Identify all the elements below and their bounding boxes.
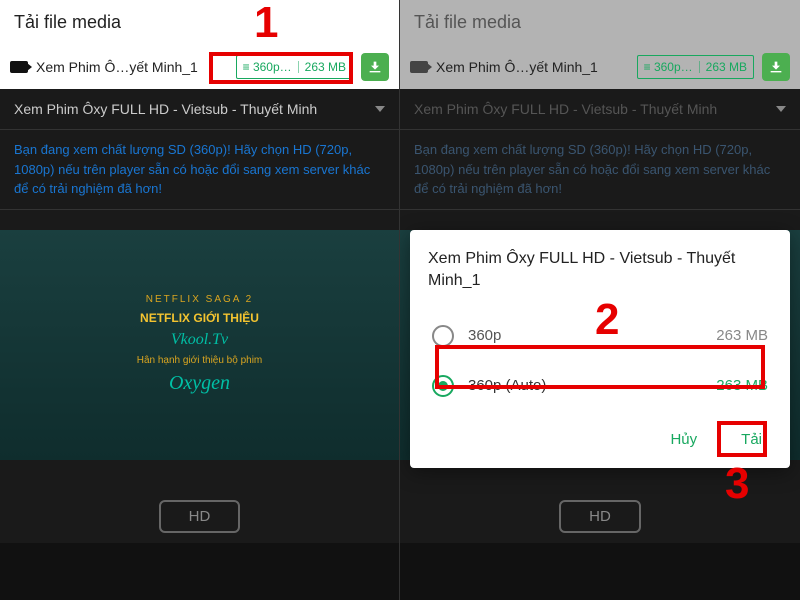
hd-button-area: HD	[400, 490, 800, 543]
quality-notice: Bạn đang xem chất lượng SD (360p)! Hãy c…	[400, 130, 800, 210]
separator	[699, 61, 700, 73]
quality-size: 263 MB	[706, 60, 747, 74]
option-size: 263 MB	[716, 377, 768, 394]
header-title: Tải file media	[414, 12, 521, 32]
hd-button-area: HD	[0, 490, 399, 543]
video-icon	[410, 61, 428, 73]
quality-notice: Bạn đang xem chất lượng SD (360p)! Hãy c…	[0, 130, 399, 210]
download-button[interactable]	[762, 53, 790, 81]
download-button[interactable]	[361, 53, 389, 81]
dialog-title: Xem Phim Ôxy FULL HD - Vietsub - Thuyết …	[428, 248, 772, 293]
screen-left: Tải file media Xem Phim Ô…yết Minh_1 ≡ 3…	[0, 0, 400, 600]
media-row: Xem Phim Ô…yết Minh_1 ≡ 360p… 263 MB	[400, 45, 800, 89]
media-filename: Xem Phim Ô…yết Minh_1	[36, 59, 228, 75]
radio-icon-selected	[432, 375, 454, 397]
chevron-down-icon	[776, 106, 786, 112]
subtitle-line: NETFLIX GIỚI THIỆU	[140, 311, 259, 325]
content-area: Xem Phim Ôxy FULL HD - Vietsub - Thuyết …	[0, 89, 399, 543]
video-title-bar[interactable]: Xem Phim Ôxy FULL HD - Vietsub - Thuyết …	[0, 89, 399, 130]
subtitle-line: NETFLIX SAGA 2	[146, 294, 253, 305]
video-player[interactable]: NETFLIX SAGA 2 NETFLIX GIỚI THIỆU Vkool.…	[0, 230, 399, 460]
header: Tải file media	[0, 0, 399, 45]
radio-icon	[432, 325, 454, 347]
subtitle-line: Hân hạnh giới thiệu bộ phim	[137, 355, 263, 366]
media-row: Xem Phim Ô…yết Minh_1 ≡ 360p… 263 MB	[0, 45, 399, 89]
hd-button[interactable]: HD	[559, 500, 641, 533]
cancel-button[interactable]: Hủy	[660, 425, 707, 454]
download-icon	[367, 59, 383, 75]
subtitle-line: Vkool.Tv	[171, 331, 228, 349]
chevron-down-icon	[375, 106, 385, 112]
video-title: Xem Phim Ôxy FULL HD - Vietsub - Thuyết …	[14, 101, 317, 117]
header-title: Tải file media	[14, 12, 121, 32]
quality-option-360p[interactable]: 360p 263 MB	[428, 311, 772, 361]
option-size: 263 MB	[716, 327, 768, 344]
download-icon	[768, 59, 784, 75]
quality-res: ≡ 360p…	[644, 60, 693, 74]
option-label: 360p (Auto)	[468, 377, 702, 394]
download-confirm-button[interactable]: Tải	[731, 425, 772, 454]
subtitle-line: Oxygen	[169, 372, 230, 395]
video-title-bar[interactable]: Xem Phim Ôxy FULL HD - Vietsub - Thuyết …	[400, 89, 800, 130]
dialog-actions: Hủy Tải	[428, 425, 772, 454]
header: Tải file media	[400, 0, 800, 45]
screen-right: Tải file media Xem Phim Ô…yết Minh_1 ≡ 3…	[400, 0, 800, 600]
quality-res: ≡ 360p…	[243, 60, 292, 74]
video-icon	[10, 61, 28, 73]
quality-dialog: Xem Phim Ôxy FULL HD - Vietsub - Thuyết …	[410, 230, 790, 468]
media-filename: Xem Phim Ô…yết Minh_1	[436, 59, 629, 75]
video-title: Xem Phim Ôxy FULL HD - Vietsub - Thuyết …	[414, 101, 717, 117]
hd-button[interactable]: HD	[159, 500, 241, 533]
quality-option-360p-auto[interactable]: 360p (Auto) 263 MB	[428, 361, 772, 411]
option-label: 360p	[468, 327, 702, 344]
separator	[298, 61, 299, 73]
quality-badge[interactable]: ≡ 360p… 263 MB	[236, 55, 353, 79]
quality-size: 263 MB	[305, 60, 346, 74]
quality-badge[interactable]: ≡ 360p… 263 MB	[637, 55, 754, 79]
